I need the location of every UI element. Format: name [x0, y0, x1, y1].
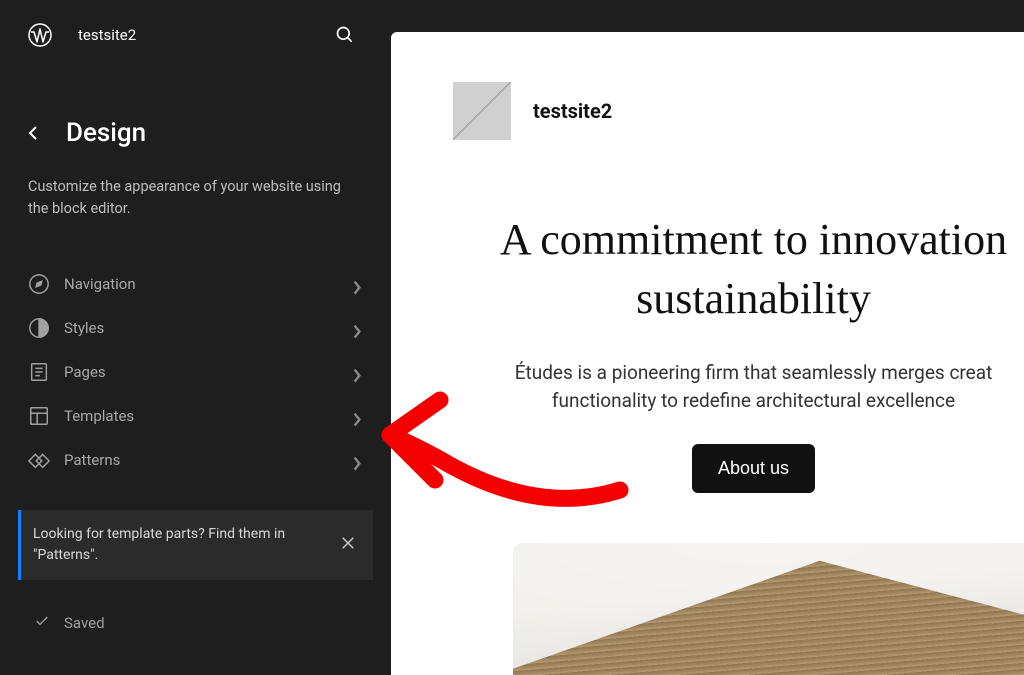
sidebar-item-label: Pages [64, 363, 106, 381]
chevron-right-icon [351, 322, 363, 334]
sidebar-item-templates[interactable]: Templates [18, 394, 373, 438]
site-preview[interactable]: testsite2 A commitment to innovation sus… [391, 32, 1024, 675]
chevron-right-icon [351, 366, 363, 378]
sidebar-item-label: Navigation [64, 275, 136, 293]
preview-site-name: testsite2 [533, 99, 612, 123]
chevron-right-icon [351, 410, 363, 422]
section-description: Customize the appearance of your website… [28, 176, 363, 220]
saved-label: Saved [64, 614, 105, 632]
sidebar-item-pages[interactable]: Pages [18, 350, 373, 394]
preview-header: testsite2 [453, 82, 1024, 140]
styles-icon [28, 317, 50, 339]
site-name[interactable]: testsite2 [78, 26, 136, 44]
hero-title: A commitment to innovation sustainabilit… [483, 210, 1024, 329]
sidebar-item-navigation[interactable]: Navigation [18, 262, 373, 306]
section-title: Design [66, 118, 146, 148]
chevron-right-icon [351, 278, 363, 290]
sidebar-item-label: Styles [64, 319, 104, 337]
save-status: Saved [0, 595, 391, 675]
wordpress-logo-icon[interactable] [28, 23, 52, 47]
sidebar-item-label: Patterns [64, 451, 120, 469]
sidebar: testsite2 Design Customize the appearanc… [0, 0, 391, 675]
sidebar-item-patterns[interactable]: Patterns [18, 438, 373, 482]
chevron-right-icon [351, 454, 363, 466]
hero-section: A commitment to innovation sustainabilit… [453, 210, 1024, 675]
hero-subtitle: Études is a pioneering firm that seamles… [483, 359, 1024, 416]
hero-image [513, 543, 1024, 675]
topbar: testsite2 [0, 0, 391, 70]
back-button[interactable] [28, 126, 42, 140]
close-button[interactable] [335, 530, 361, 560]
search-button[interactable] [327, 17, 363, 53]
preview-panel: testsite2 A commitment to innovation sus… [391, 0, 1024, 675]
section-header: Design Customize the appearance of your … [0, 70, 391, 238]
sidebar-menu: Navigation Styles Pages Templates [0, 238, 391, 482]
sidebar-item-styles[interactable]: Styles [18, 306, 373, 350]
pages-icon [28, 361, 50, 383]
site-logo-placeholder [453, 82, 511, 140]
compass-icon [28, 273, 50, 295]
templates-icon [28, 405, 50, 427]
patterns-icon [28, 449, 50, 471]
check-icon [34, 613, 50, 633]
sidebar-item-label: Templates [64, 407, 134, 425]
notice-banner: Looking for template parts? Find them in… [18, 510, 373, 580]
notice-text: Looking for template parts? Find them in… [33, 524, 323, 566]
about-us-button[interactable]: About us [692, 444, 815, 493]
